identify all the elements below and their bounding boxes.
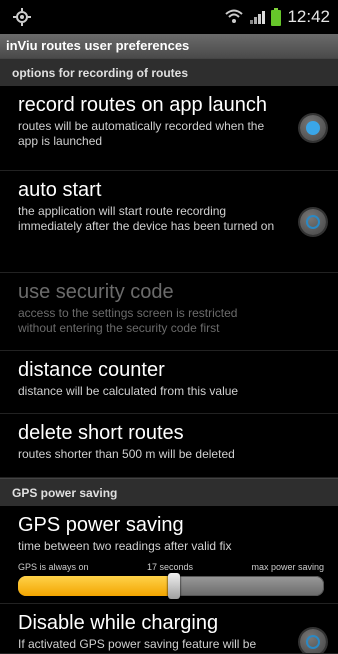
pref-summary: the application will start route recordi… bbox=[18, 204, 275, 233]
battery-icon bbox=[271, 8, 282, 26]
pref-title: delete short routes bbox=[18, 422, 184, 444]
seekbar-max-label: max power saving bbox=[251, 562, 324, 572]
pref-auto-start[interactable]: auto start the application will start ro… bbox=[0, 171, 338, 273]
pref-gps-power-saving[interactable]: GPS power saving time between two readin… bbox=[0, 506, 338, 604]
pref-disable-while-charging[interactable]: Disable while charging If activated GPS … bbox=[0, 604, 338, 654]
seekbar-fill bbox=[18, 576, 175, 596]
status-bar: 12:42 bbox=[0, 0, 338, 34]
pref-distance-counter[interactable]: distance counter distance will be calcul… bbox=[0, 351, 338, 414]
pref-delete-short-routes[interactable]: delete short routes routes shorter than … bbox=[0, 414, 338, 478]
pref-summary: distance will be calculated from this va… bbox=[18, 384, 239, 398]
pref-summary: routes will be automatically recorded wh… bbox=[18, 119, 265, 148]
pref-summary: routes shorter than 500 m will be delete… bbox=[18, 447, 235, 461]
gps-interval-seekbar[interactable] bbox=[18, 573, 324, 599]
preferences-list: options for recording of routes record r… bbox=[0, 58, 338, 654]
clock: 12:42 bbox=[287, 7, 330, 26]
section-header-recording: options for recording of routes bbox=[0, 58, 338, 86]
pref-title: use security code bbox=[18, 281, 174, 303]
section-header-gps-power: GPS power saving bbox=[0, 478, 338, 506]
disable-while-charging-radio[interactable] bbox=[300, 629, 326, 653]
seekbar-min-label: GPS is always on bbox=[18, 562, 89, 572]
pref-title: record routes on app launch bbox=[18, 94, 268, 116]
pref-title: GPS power saving bbox=[18, 514, 184, 536]
pref-title: Disable while charging bbox=[18, 612, 219, 634]
pref-title: auto start bbox=[18, 179, 102, 201]
seekbar-value-label: 17 seconds bbox=[146, 562, 194, 572]
seekbar-labels: GPS is always on 17 seconds max power sa… bbox=[18, 562, 324, 572]
auto-start-radio[interactable] bbox=[300, 208, 326, 235]
pref-summary: access to the settings screen is restric… bbox=[18, 306, 238, 335]
pref-use-security-code: use security code access to the settings… bbox=[0, 273, 338, 351]
wifi-icon bbox=[225, 9, 244, 23]
pref-title: distance counter bbox=[18, 359, 165, 381]
seekbar-thumb[interactable] bbox=[168, 573, 181, 599]
signal-icon bbox=[250, 11, 266, 24]
window-title: inViu routes user preferences bbox=[0, 34, 338, 58]
pref-record-on-launch[interactable]: record routes on app launch routes will … bbox=[0, 86, 338, 171]
pref-summary: time between two readings after valid fi… bbox=[18, 539, 232, 553]
gps-icon bbox=[13, 8, 31, 26]
pref-summary: If activated GPS power saving feature wi… bbox=[18, 637, 257, 651]
record-on-launch-radio[interactable] bbox=[300, 115, 326, 141]
